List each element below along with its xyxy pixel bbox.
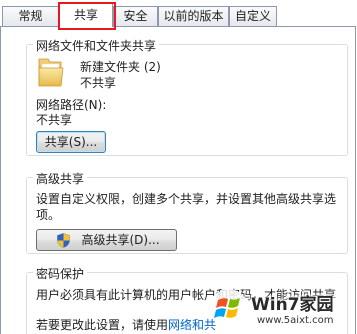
password-protection-title: 密码保护 bbox=[33, 265, 88, 282]
advanced-sharing-button-label: 高级共享(D)... bbox=[81, 233, 160, 247]
folder-icon bbox=[38, 58, 64, 87]
folder-share-status: 不共享 bbox=[80, 76, 117, 90]
watermark-name: Win7家园 bbox=[251, 295, 334, 315]
watermark-url: www.5aixt.com bbox=[257, 315, 334, 326]
advanced-sharing-title: 高级共享 bbox=[33, 170, 88, 187]
uac-shield-icon bbox=[57, 233, 70, 248]
win7-home-watermark: Win7家园 www.5aixt.com bbox=[205, 286, 357, 334]
advanced-sharing-description-line2: 项。 bbox=[36, 208, 61, 222]
password-protection-line2-text: 若要更改此设置，请使用 bbox=[36, 318, 169, 332]
share-button[interactable]: 共享(S)... bbox=[36, 131, 106, 153]
advanced-sharing-description-line1: 设置自定义权限，创建多个共享，并设置其他高级共享选 bbox=[36, 192, 337, 206]
windows-logo-icon bbox=[210, 289, 248, 327]
tab-strip: 常规 共享 安全 以前的版本 自定义 bbox=[0, 0, 357, 27]
folder-name: 新建文件夹 (2) bbox=[80, 60, 161, 74]
tab-general[interactable]: 常规 bbox=[2, 6, 59, 26]
network-path-value: 不共享 bbox=[36, 113, 73, 127]
advanced-sharing-button[interactable]: 高级共享(D)... bbox=[36, 229, 177, 251]
password-protection-line2: 若要更改此设置，请使用网络和共 bbox=[36, 316, 216, 333]
network-sharing-title: 网络文件和文件夹共享 bbox=[33, 37, 160, 54]
tab-customize[interactable]: 自定义 bbox=[229, 6, 277, 26]
tab-security[interactable]: 安全 bbox=[113, 6, 158, 26]
tab-highlight-box bbox=[58, 2, 116, 30]
tab-previous-versions[interactable]: 以前的版本 bbox=[158, 6, 229, 26]
